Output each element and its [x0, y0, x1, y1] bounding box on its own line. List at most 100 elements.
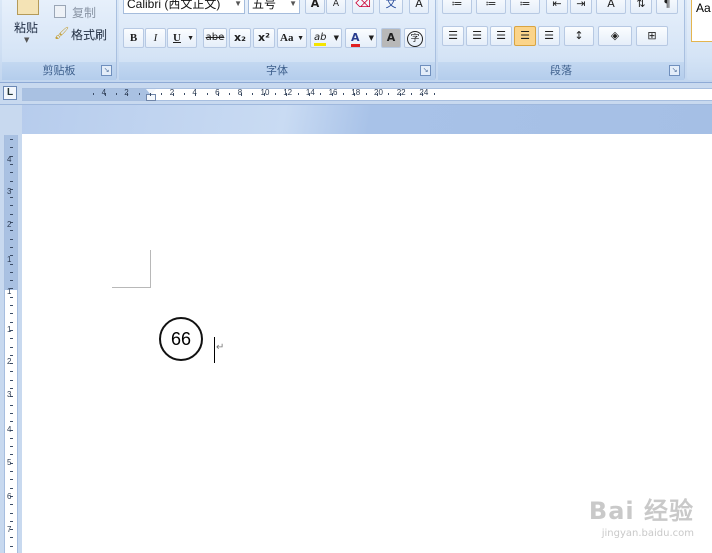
- subscript-button[interactable]: x₂: [229, 28, 251, 48]
- ruler-number: 2: [124, 88, 129, 97]
- margin-corner-mark: [112, 287, 151, 288]
- sort-button[interactable]: ⇅: [630, 0, 652, 14]
- ruler-tick: [10, 205, 13, 207]
- ruler-number: 1: [7, 255, 12, 264]
- clipboard-group: 粘贴 ▼ 复制 🖌 格式刷 剪贴板 ↘: [2, 0, 117, 80]
- font-name-combo[interactable]: Calibri (西文正文) ▼: [123, 0, 245, 14]
- left-indent-marker[interactable]: [146, 94, 156, 101]
- ruler-tick: [10, 271, 13, 273]
- highlight-button[interactable]: ab ▼: [310, 28, 342, 48]
- ruler-number: 2: [7, 357, 12, 366]
- enclosed-number[interactable]: 66: [159, 317, 203, 361]
- ruler-number: 14: [305, 88, 315, 97]
- ruler-number: 4: [192, 88, 197, 97]
- ribbon: 粘贴 ▼ 复制 🖌 格式刷 剪贴板 ↘ Calibri (西文正文) ▼ 五号 …: [0, 0, 712, 83]
- chinese-layout-button[interactable]: A: [596, 0, 626, 14]
- format-painter-button[interactable]: 🖌 格式刷: [54, 25, 114, 43]
- chevron-down-icon: ▼: [234, 0, 242, 8]
- grow-font-button[interactable]: A: [305, 0, 325, 14]
- ruler-tick: [10, 354, 13, 356]
- bullets-button[interactable]: ≔: [442, 0, 472, 14]
- tab-selector[interactable]: L: [3, 86, 17, 100]
- copy-button[interactable]: 复制: [54, 3, 112, 21]
- ruler-tick: [10, 512, 13, 514]
- ruler-tick: [10, 504, 13, 506]
- ruler-tick: [342, 93, 344, 95]
- ruler-tick: [184, 93, 186, 95]
- borders-button[interactable]: ⊞: [636, 26, 668, 46]
- left-margin-zone: [22, 89, 150, 100]
- ruler-tick: [10, 230, 13, 232]
- chevron-down-icon: ▼: [187, 34, 194, 42]
- ruler-tick: [161, 93, 163, 95]
- ruler-tick: [10, 296, 13, 298]
- ruler-tick: [320, 93, 322, 95]
- ruler-tick: [10, 305, 13, 306]
- style-preview-tile[interactable]: Aa: [691, 0, 712, 42]
- font-color-button[interactable]: A ▼: [345, 28, 377, 48]
- ruler-number: 2: [7, 220, 12, 229]
- font-launcher-icon[interactable]: ↘: [420, 65, 431, 76]
- ruler-tick: [10, 139, 13, 140]
- format-painter-label: 格式刷: [71, 28, 108, 42]
- ruler-number: 6: [7, 492, 12, 501]
- chevron-down-icon: ▼: [368, 34, 374, 42]
- clear-format-button[interactable]: ⌫: [352, 0, 374, 14]
- italic-button[interactable]: I: [145, 28, 166, 48]
- ruler-number: 16: [328, 88, 338, 97]
- align-center-button[interactable]: ☰: [466, 26, 488, 46]
- watermark-logo: Bai 经验: [588, 497, 694, 525]
- ruler-tick: [10, 180, 13, 182]
- ruler-tick: [10, 520, 13, 522]
- distributed-button[interactable]: ☰: [538, 26, 560, 46]
- superscript-button[interactable]: x²: [253, 28, 275, 48]
- decrease-indent-button[interactable]: ⇤: [546, 0, 568, 14]
- enclose-char-button[interactable]: 字: [404, 28, 426, 48]
- line-spacing-button[interactable]: ↕: [564, 26, 594, 46]
- ruler-number: 3: [7, 187, 12, 196]
- ruler-tick: [10, 172, 13, 174]
- char-shading-button[interactable]: A: [381, 28, 401, 48]
- styles-group: Aa: [687, 0, 712, 80]
- chevron-down-icon: ▼: [333, 34, 339, 42]
- paste-button[interactable]: 粘贴 ▼: [8, 0, 46, 58]
- ruler-number: 8: [237, 88, 243, 97]
- ruler-tick: [10, 280, 13, 282]
- shrink-font-button[interactable]: A: [326, 0, 346, 14]
- ruler-tick: [10, 238, 13, 240]
- char-border-button[interactable]: A: [409, 0, 429, 14]
- strikethrough-button[interactable]: abe: [203, 28, 227, 48]
- copy-label: 复制: [72, 6, 97, 20]
- show-marks-button[interactable]: ¶: [656, 0, 678, 14]
- ruler-tick: [10, 346, 13, 348]
- ruler-tick: [10, 537, 13, 539]
- underline-button[interactable]: U ▼: [167, 28, 197, 48]
- horizontal-ruler[interactable]: 4 2 2 4 6 8 10 12 14 16 18 20 22 24: [22, 88, 712, 101]
- clipboard-launcher-icon[interactable]: ↘: [101, 65, 112, 76]
- ruler-number: 5: [7, 458, 12, 467]
- numbering-button[interactable]: ≔: [476, 0, 506, 14]
- ruler-tick: [10, 246, 13, 248]
- phonetic-button[interactable]: 文: [379, 0, 403, 14]
- increase-indent-button[interactable]: ⇥: [570, 0, 592, 14]
- font-size-combo[interactable]: 五号 ▼: [248, 0, 300, 14]
- change-case-button[interactable]: Aa ▼: [277, 28, 307, 48]
- ruler-tick: [93, 93, 95, 95]
- shading-button[interactable]: ◈: [598, 26, 632, 46]
- ruler-number: 7: [7, 525, 12, 534]
- ruler-number: 22: [396, 88, 406, 97]
- ruler-tick: [10, 471, 13, 472]
- ruler-tick: [10, 388, 13, 389]
- paragraph-launcher-icon[interactable]: ↘: [669, 65, 680, 76]
- font-name-value: Calibri (西文正文): [127, 0, 221, 11]
- justify-button[interactable]: ☰: [514, 26, 536, 46]
- font-group: Calibri (西文正文) ▼ 五号 ▼ A A ⌫ 文 A B I U ▼ a…: [119, 0, 436, 80]
- align-left-button[interactable]: ☰: [442, 26, 464, 46]
- multilevel-list-button[interactable]: ≔: [510, 0, 540, 14]
- ruler-tick: [10, 404, 13, 406]
- paragraph-group: ≔ ≔ ≔ ⇤ ⇥ A ⇅ ¶ ☰ ☰ ☰ ☰ ☰ ↕ ◈ ⊞ 段落 ↘: [438, 0, 685, 80]
- page-gap-band: [0, 105, 712, 134]
- bold-button[interactable]: B: [123, 28, 144, 48]
- vertical-ruler[interactable]: 4 3 2 1 1 1 2 3 4 5 6 7: [4, 135, 18, 553]
- align-right-button[interactable]: ☰: [490, 26, 512, 46]
